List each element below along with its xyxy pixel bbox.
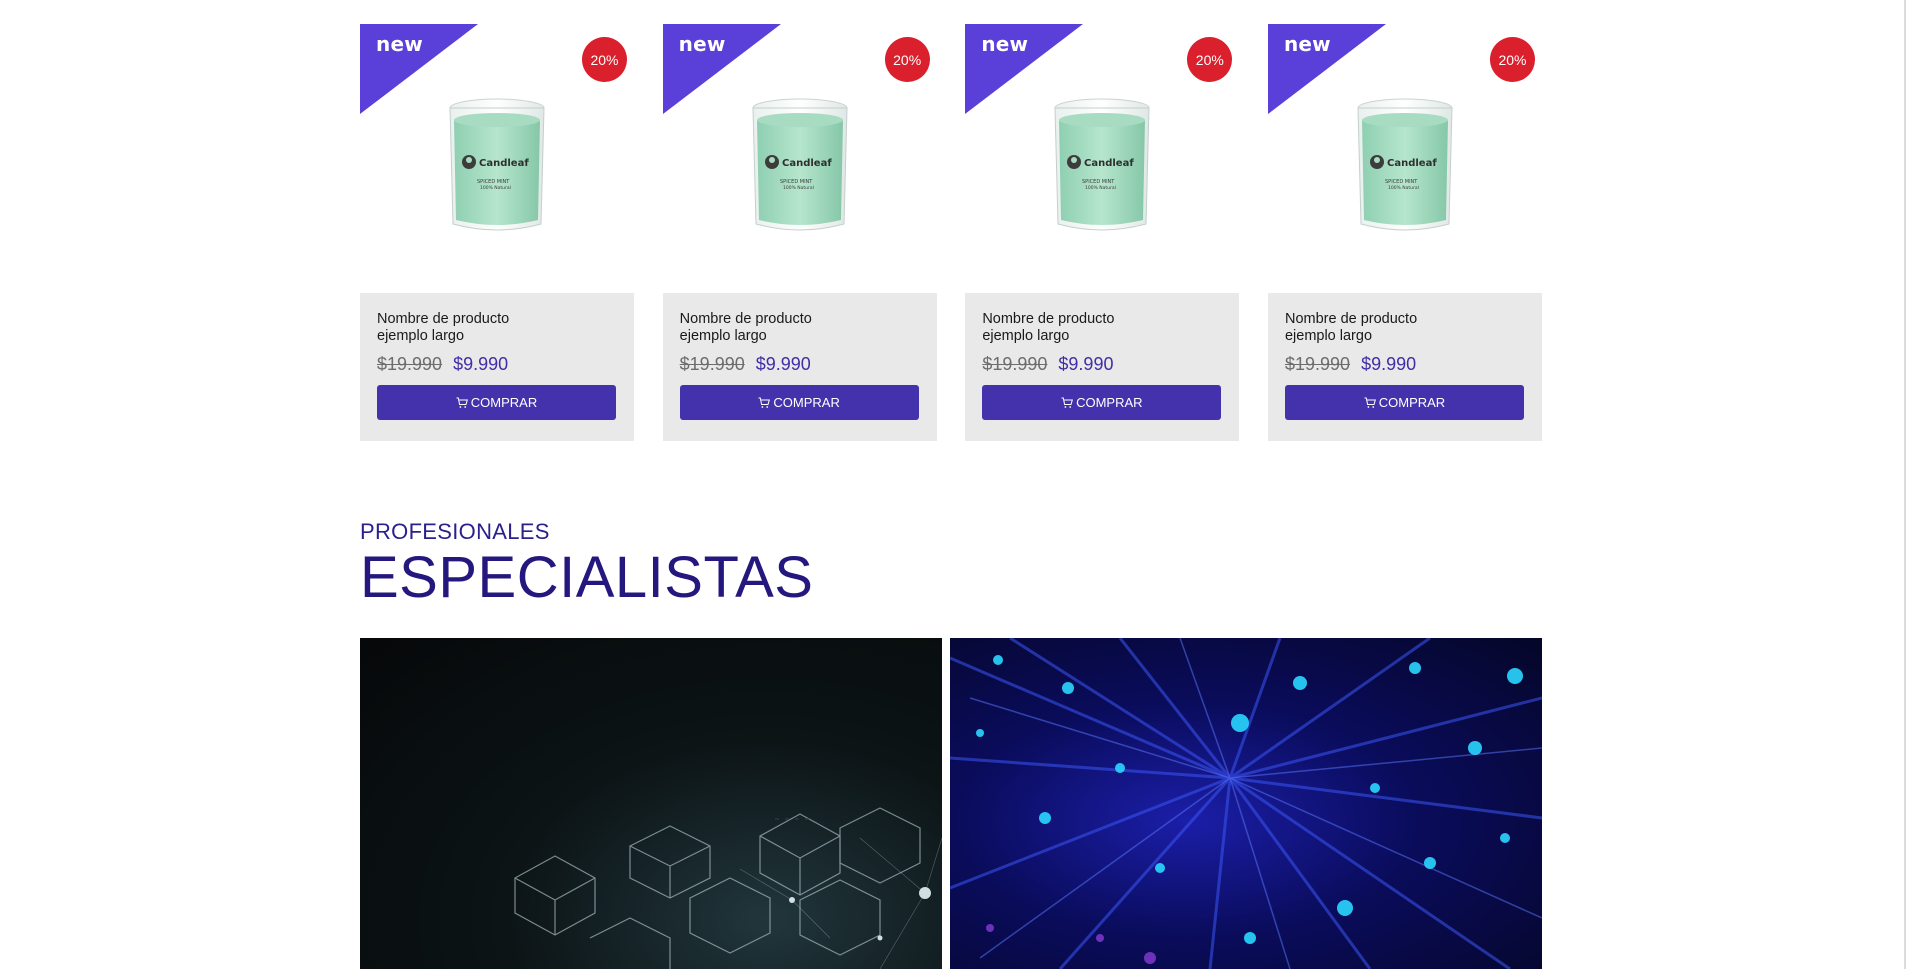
candle-brand-text: Candleaf: [782, 158, 832, 169]
candle-product-image: Candleaf SPICED MINT 100% Natural: [752, 98, 848, 231]
product-card[interactable]: new 20% Candleaf SPICED MINT 100% Natura…: [965, 24, 1240, 441]
product-info: Nombre de producto ejemplo largo $19.990…: [1267, 293, 1542, 441]
cart-icon: [1364, 397, 1376, 408]
price-old: $19.990: [1284, 354, 1351, 374]
price-new: $9.990: [1058, 354, 1114, 374]
buy-button[interactable]: COMPRAR: [377, 385, 616, 420]
buy-button[interactable]: COMPRAR: [679, 385, 919, 420]
candle-product-image: Candleaf SPICED MINT 100% Natural: [1054, 98, 1150, 231]
price-old: $19.990: [377, 354, 443, 374]
candle-note-text: 100% Natural: [1388, 185, 1419, 191]
product-name[interactable]: Nombre de producto ejemplo largo: [982, 311, 1132, 345]
new-ribbon-label: new: [1283, 32, 1331, 56]
product-image-area[interactable]: new 20% Candleaf SPICED MINT 100% Natura…: [1267, 24, 1542, 293]
candle-brand-text: Candleaf: [1387, 158, 1437, 169]
specialists-heading: PROFESIONALES ESPECIALISTAS: [360, 519, 813, 609]
section-kicker: PROFESIONALES: [360, 519, 550, 544]
fiber-optic-image: [950, 638, 1542, 969]
candle-note-text: 100% Natural: [1085, 185, 1116, 191]
product-prices: $19.990 $9.990: [982, 353, 1221, 375]
buy-button-label: COMPRAR: [773, 395, 840, 410]
buy-button-label: COMPRAR: [1076, 395, 1143, 410]
cart-icon: [1061, 397, 1074, 408]
new-ribbon-label: new: [376, 32, 423, 56]
product-image-area[interactable]: new 20% Candleaf SPICED MINT 100% Natura…: [360, 24, 634, 293]
candle-note-text: 100% Natural: [480, 185, 511, 191]
price-old: $19.990: [679, 354, 745, 374]
product-grid: new 20% Candleaf SPICED MINT 100% Natura…: [360, 24, 1542, 441]
product-info: Nombre de producto ejemplo largo $19.990…: [965, 293, 1240, 441]
price-new: $9.990: [755, 354, 811, 374]
section-title: ESPECIALISTAS: [360, 545, 814, 610]
specialists-gallery: [360, 638, 1542, 969]
cart-icon: [758, 397, 771, 408]
specialist-image-card[interactable]: [950, 638, 1542, 969]
candle-brand-text: Candleaf: [1084, 158, 1134, 169]
price-new: $9.990: [453, 354, 509, 374]
buy-button-label: COMPRAR: [470, 395, 538, 410]
product-card[interactable]: new 20% Candleaf SPICED MINT 100% Natura…: [360, 24, 634, 441]
candle-variant-text: SPICED MINT: [780, 179, 813, 185]
product-image-area[interactable]: new 20% Candleaf SPICED MINT 100% Natura…: [965, 24, 1240, 293]
candle-product-image: Candleaf SPICED MINT 100% Natural: [449, 98, 545, 231]
product-image-area[interactable]: new 20% Candleaf SPICED MINT 100% Natura…: [662, 24, 937, 293]
price-old: $19.990: [982, 354, 1048, 374]
buy-button[interactable]: COMPRAR: [982, 385, 1222, 420]
discount-badge: 20%: [884, 37, 930, 82]
product-card[interactable]: new 20% Candleaf SPICED MINT 100% Natura…: [662, 24, 937, 441]
candle-note-text: 100% Natural: [783, 185, 814, 191]
product-info: Nombre de producto ejemplo largo $19.990…: [360, 293, 634, 441]
candle-variant-text: SPICED MINT: [1082, 179, 1115, 185]
new-ribbon-label: new: [678, 32, 726, 56]
new-ribbon-label: new: [981, 32, 1029, 56]
candle-variant-text: SPICED MINT: [1385, 179, 1418, 185]
price-new: $9.990: [1361, 354, 1417, 374]
specialist-image-card[interactable]: [360, 638, 942, 969]
product-prices: $19.990 $9.990: [680, 353, 919, 375]
discount-badge: 20%: [1187, 37, 1233, 82]
product-name[interactable]: Nombre de producto ejemplo largo: [377, 311, 527, 345]
product-prices: $19.990 $9.990: [1285, 353, 1524, 375]
product-info: Nombre de producto ejemplo largo $19.990…: [662, 293, 937, 441]
geometric-cubes-image: [514, 807, 942, 969]
discount-badge: 20%: [582, 37, 627, 82]
buy-button[interactable]: COMPRAR: [1284, 385, 1524, 420]
discount-badge: 20%: [1489, 37, 1535, 82]
candle-variant-text: SPICED MINT: [477, 179, 510, 185]
cart-icon: [456, 397, 468, 408]
product-name[interactable]: Nombre de producto ejemplo largo: [1285, 311, 1435, 345]
candle-product-image: Candleaf SPICED MINT 100% Natural: [1357, 98, 1453, 231]
page: new 20% Candleaf SPICED MINT 100% Natura…: [0, 0, 1906, 969]
product-name[interactable]: Nombre de producto ejemplo largo: [680, 311, 830, 345]
product-prices: $19.990 $9.990: [377, 353, 616, 375]
candle-brand-text: Candleaf: [479, 158, 529, 169]
product-card[interactable]: new 20% Candleaf SPICED MINT 100% Natura…: [1267, 24, 1542, 441]
buy-button-label: COMPRAR: [1378, 395, 1446, 410]
